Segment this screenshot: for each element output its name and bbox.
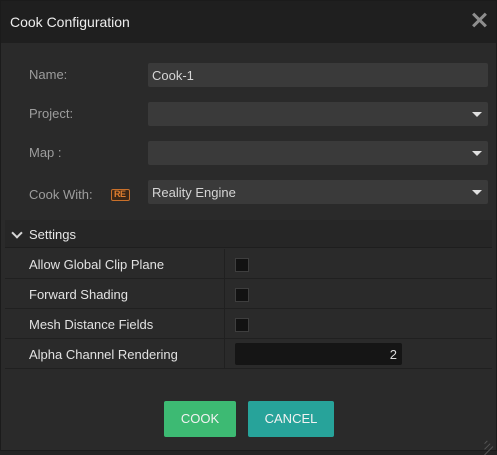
setting-row-allow-global-clip-plane: Allow Global Clip Plane (5, 249, 492, 279)
cook-with-dropdown-value: Reality Engine (152, 185, 236, 200)
cook-form: Name: Cook-1 Project: Map : Cook With: R… (1, 43, 496, 218)
reality-engine-logo-icon: RE (111, 189, 130, 201)
setting-label: Allow Global Clip Plane (29, 257, 165, 272)
settings-section-header[interactable]: Settings (5, 220, 492, 248)
map-label: Map : (29, 145, 62, 160)
column-divider (224, 279, 225, 309)
setting-row-alpha-channel-rendering: Alpha Channel Rendering 2 (5, 339, 492, 369)
chevron-down-icon (472, 151, 482, 156)
name-field-value: Cook-1 (152, 68, 194, 83)
chevron-down-icon (472, 190, 482, 195)
forward-shading-checkbox[interactable] (235, 288, 249, 302)
setting-row-mesh-distance-fields: Mesh Distance Fields (5, 309, 492, 339)
name-label: Name: (29, 67, 68, 82)
dialog-title: Cook Configuration (10, 14, 130, 30)
cancel-button[interactable]: CANCEL (248, 401, 334, 437)
cook-button[interactable]: COOK (164, 401, 236, 437)
project-dropdown[interactable] (148, 102, 488, 126)
cook-with-label: Cook With: (29, 187, 93, 202)
project-label: Project: (29, 106, 74, 121)
title-bar: Cook Configuration (1, 1, 496, 43)
settings-title: Settings (29, 227, 76, 242)
alpha-channel-rendering-value: 2 (389, 347, 397, 362)
column-divider (224, 249, 225, 279)
mesh-distance-fields-checkbox[interactable] (235, 318, 249, 332)
setting-row-forward-shading: Forward Shading (5, 279, 492, 309)
column-divider (224, 309, 225, 339)
setting-label: Forward Shading (29, 287, 128, 302)
map-dropdown[interactable] (148, 141, 488, 165)
cook-with-dropdown[interactable]: Reality Engine (148, 180, 488, 204)
column-divider (224, 339, 225, 369)
resize-grip-icon[interactable] (481, 435, 494, 455)
setting-label: Mesh Distance Fields (29, 317, 154, 332)
setting-label: Alpha Channel Rendering (29, 347, 178, 362)
chevron-down-icon (472, 112, 482, 117)
chevron-down-icon (11, 227, 23, 239)
cook-configuration-dialog: Cook Configuration Name: Cook-1 Project:… (0, 0, 497, 455)
allow-global-clip-plane-checkbox[interactable] (235, 258, 249, 272)
name-field[interactable]: Cook-1 (148, 63, 488, 87)
alpha-channel-rendering-input[interactable]: 2 (235, 343, 402, 365)
close-icon[interactable] (469, 10, 489, 30)
